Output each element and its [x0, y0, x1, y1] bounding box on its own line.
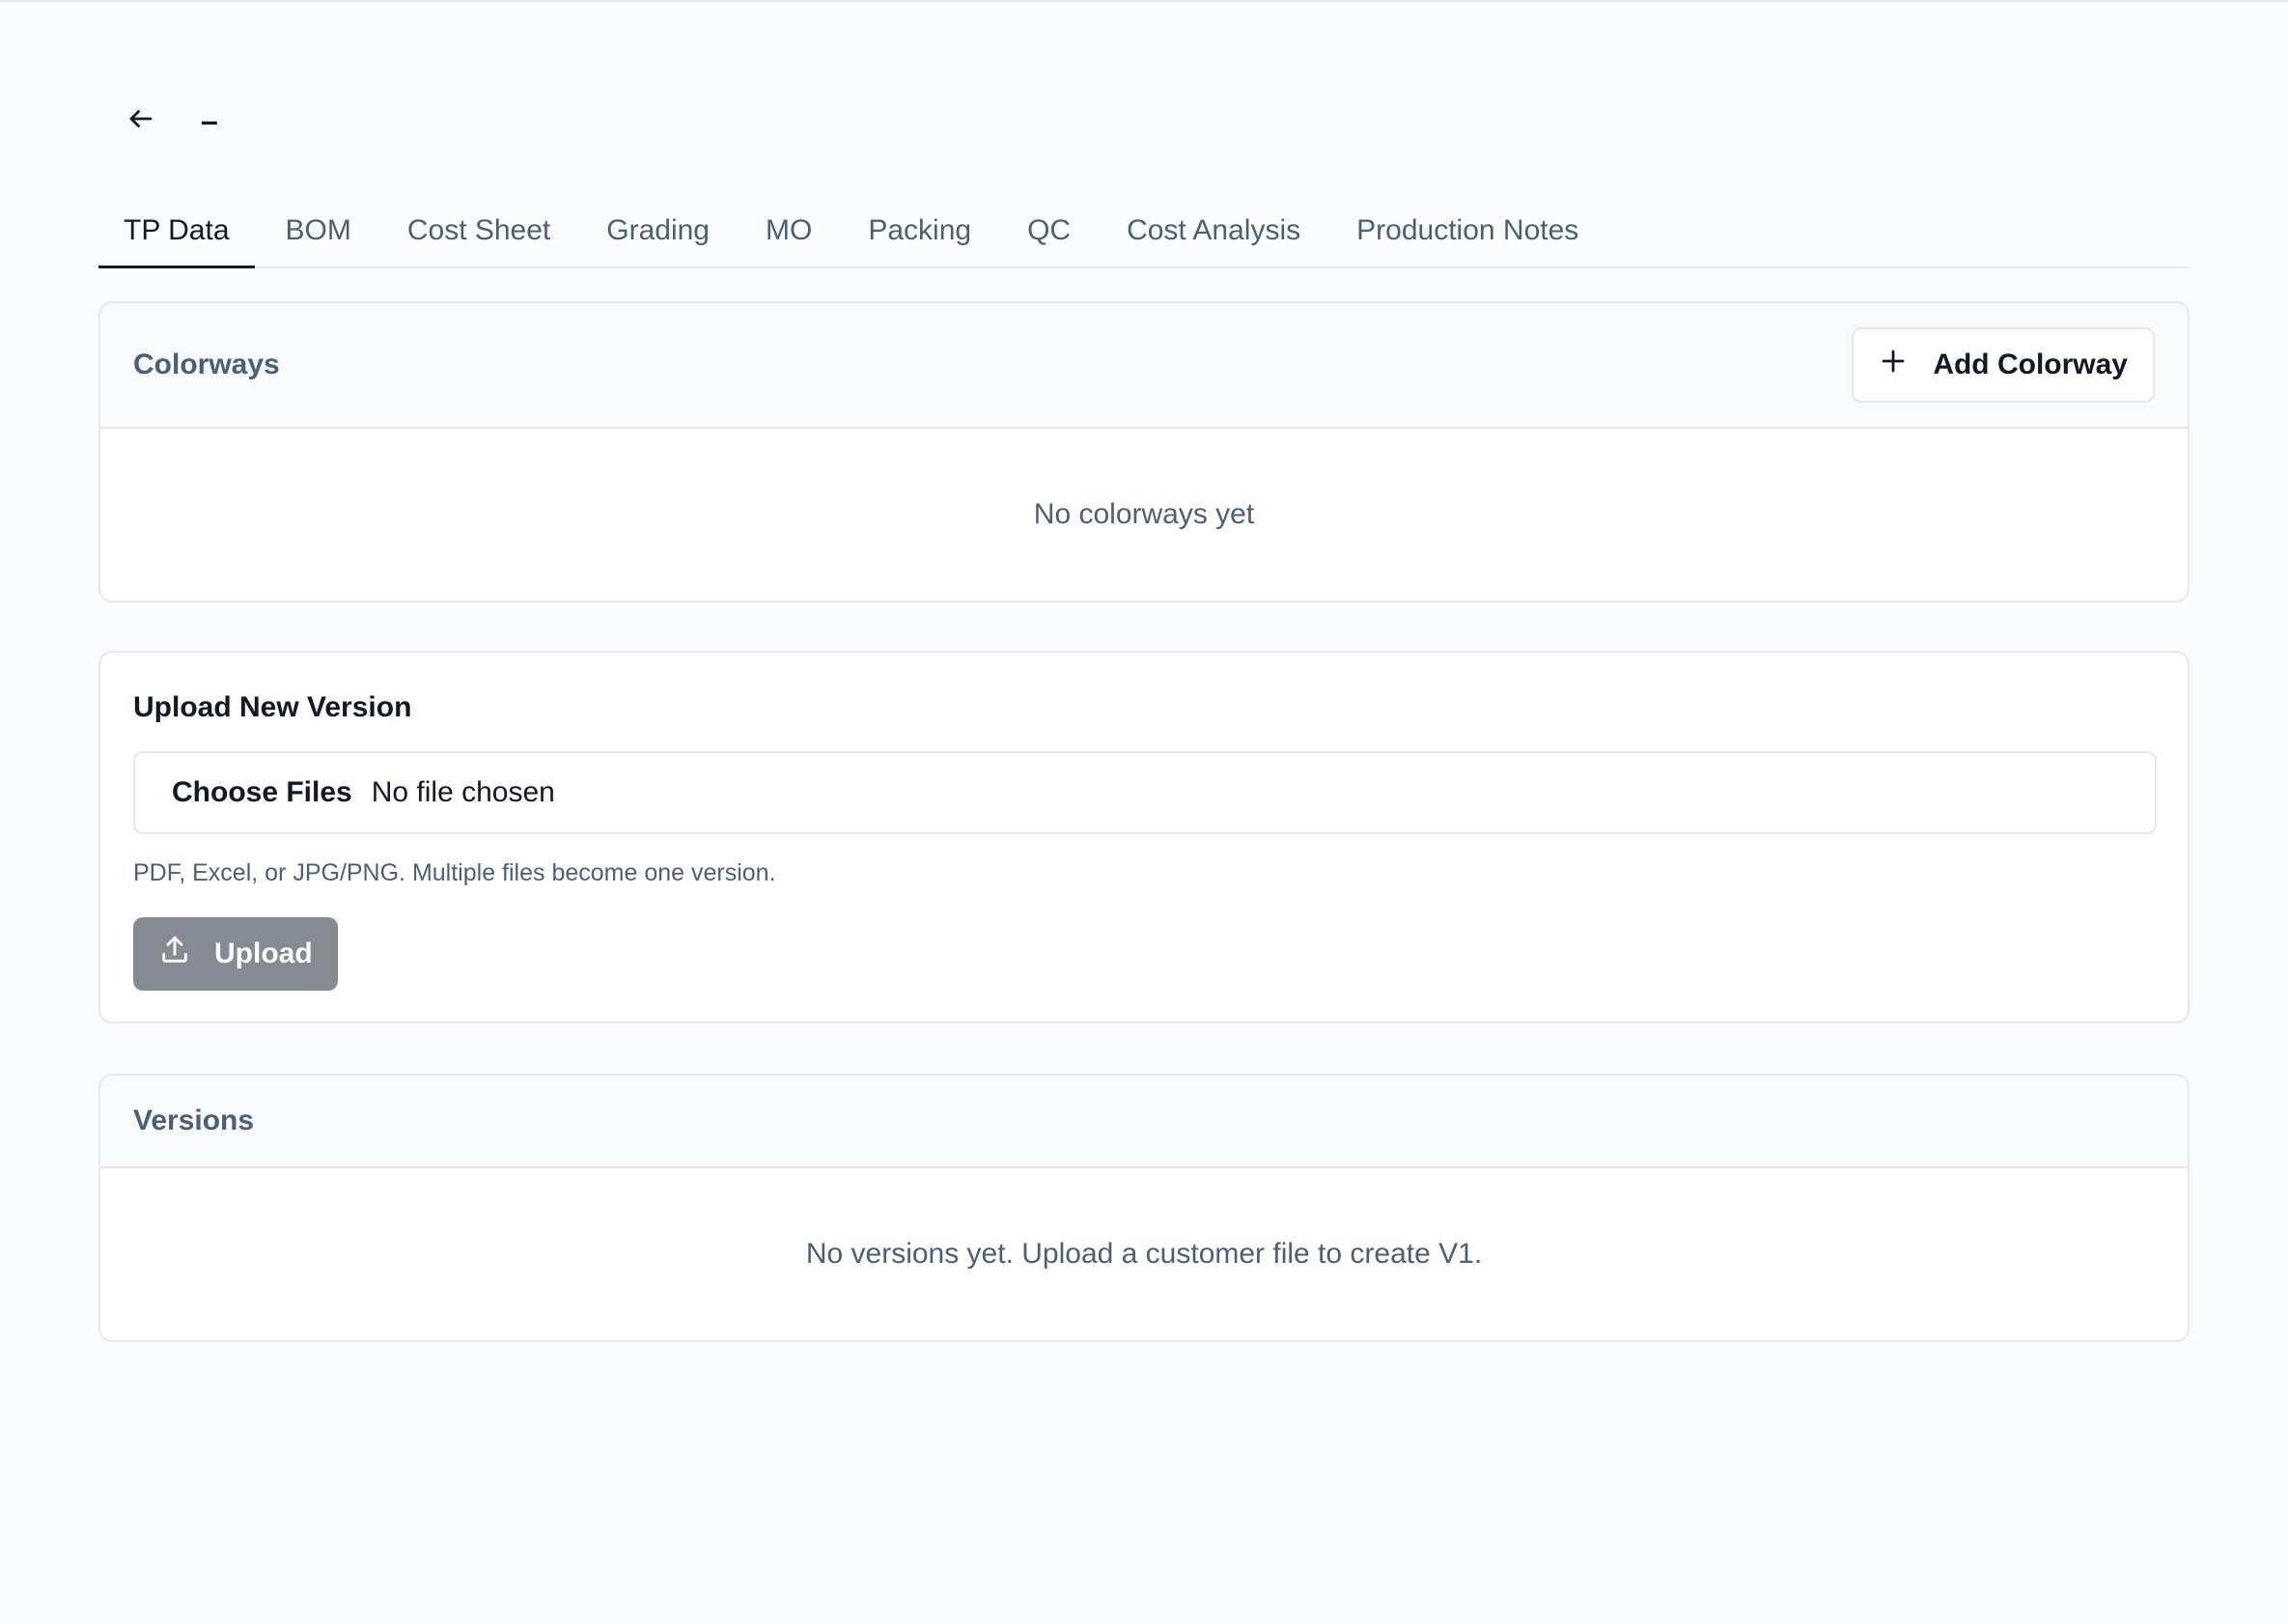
- upload-title-wrap: Upload New Version: [133, 691, 411, 724]
- versions-title: Versions: [133, 1105, 255, 1136]
- upload-button-label: Upload: [214, 938, 313, 969]
- versions-empty-text: No versions yet. Upload a customer file …: [805, 1238, 1483, 1270]
- file-input[interactable]: Choose Files No file chosen: [133, 751, 2157, 834]
- tab-cost-sheet[interactable]: Cost Sheet: [382, 195, 575, 266]
- plus-icon: [1879, 347, 1908, 383]
- back-button[interactable]: [120, 99, 162, 142]
- arrow-left-icon: [126, 104, 155, 138]
- file-status: No file chosen: [371, 776, 555, 808]
- colorways-body: No colorways yet: [100, 429, 2188, 601]
- versions-header: Versions: [100, 1076, 2188, 1168]
- upload-hint: PDF, Excel, or JPG/PNG. Multiple files b…: [133, 859, 776, 886]
- header: –: [120, 97, 218, 145]
- top-border: [0, 0, 2288, 2]
- tab-bar: TP Data BOM Cost Sheet Grading MO Packin…: [98, 195, 2190, 268]
- tab-production-notes[interactable]: Production Notes: [1331, 195, 1604, 266]
- tab-bom[interactable]: BOM: [261, 195, 377, 266]
- tab-packing[interactable]: Packing: [843, 195, 996, 266]
- choose-files-button[interactable]: Choose Files: [172, 776, 352, 809]
- page-title: –: [201, 103, 218, 138]
- colorways-title: Colorways: [133, 349, 280, 380]
- upload-title: Upload New Version: [133, 691, 412, 723]
- versions-card: Versions No versions yet. Upload a custo…: [98, 1074, 2190, 1342]
- upload-icon: [158, 934, 191, 974]
- colorways-card: Colorways Add Colorway No colorways yet: [98, 301, 2190, 602]
- versions-body: No versions yet. Upload a customer file …: [100, 1168, 2188, 1340]
- colorways-empty-text: No colorways yet: [1033, 498, 1255, 530]
- tab-tp-data[interactable]: TP Data: [98, 195, 255, 268]
- colorways-header: Colorways Add Colorway: [100, 303, 2188, 429]
- tab-grading[interactable]: Grading: [581, 195, 735, 266]
- upload-button[interactable]: Upload: [133, 917, 338, 991]
- tab-mo[interactable]: MO: [740, 195, 837, 266]
- add-colorway-button[interactable]: Add Colorway: [1852, 327, 2155, 403]
- hint-wrap: PDF, Excel, or JPG/PNG. Multiple files b…: [133, 859, 776, 887]
- add-colorway-label: Add Colorway: [1933, 349, 2128, 380]
- tab-cost-analysis[interactable]: Cost Analysis: [1102, 195, 1325, 266]
- tab-qc[interactable]: QC: [1002, 195, 1096, 266]
- upload-card: Upload New Version Choose Files No file …: [98, 651, 2190, 1023]
